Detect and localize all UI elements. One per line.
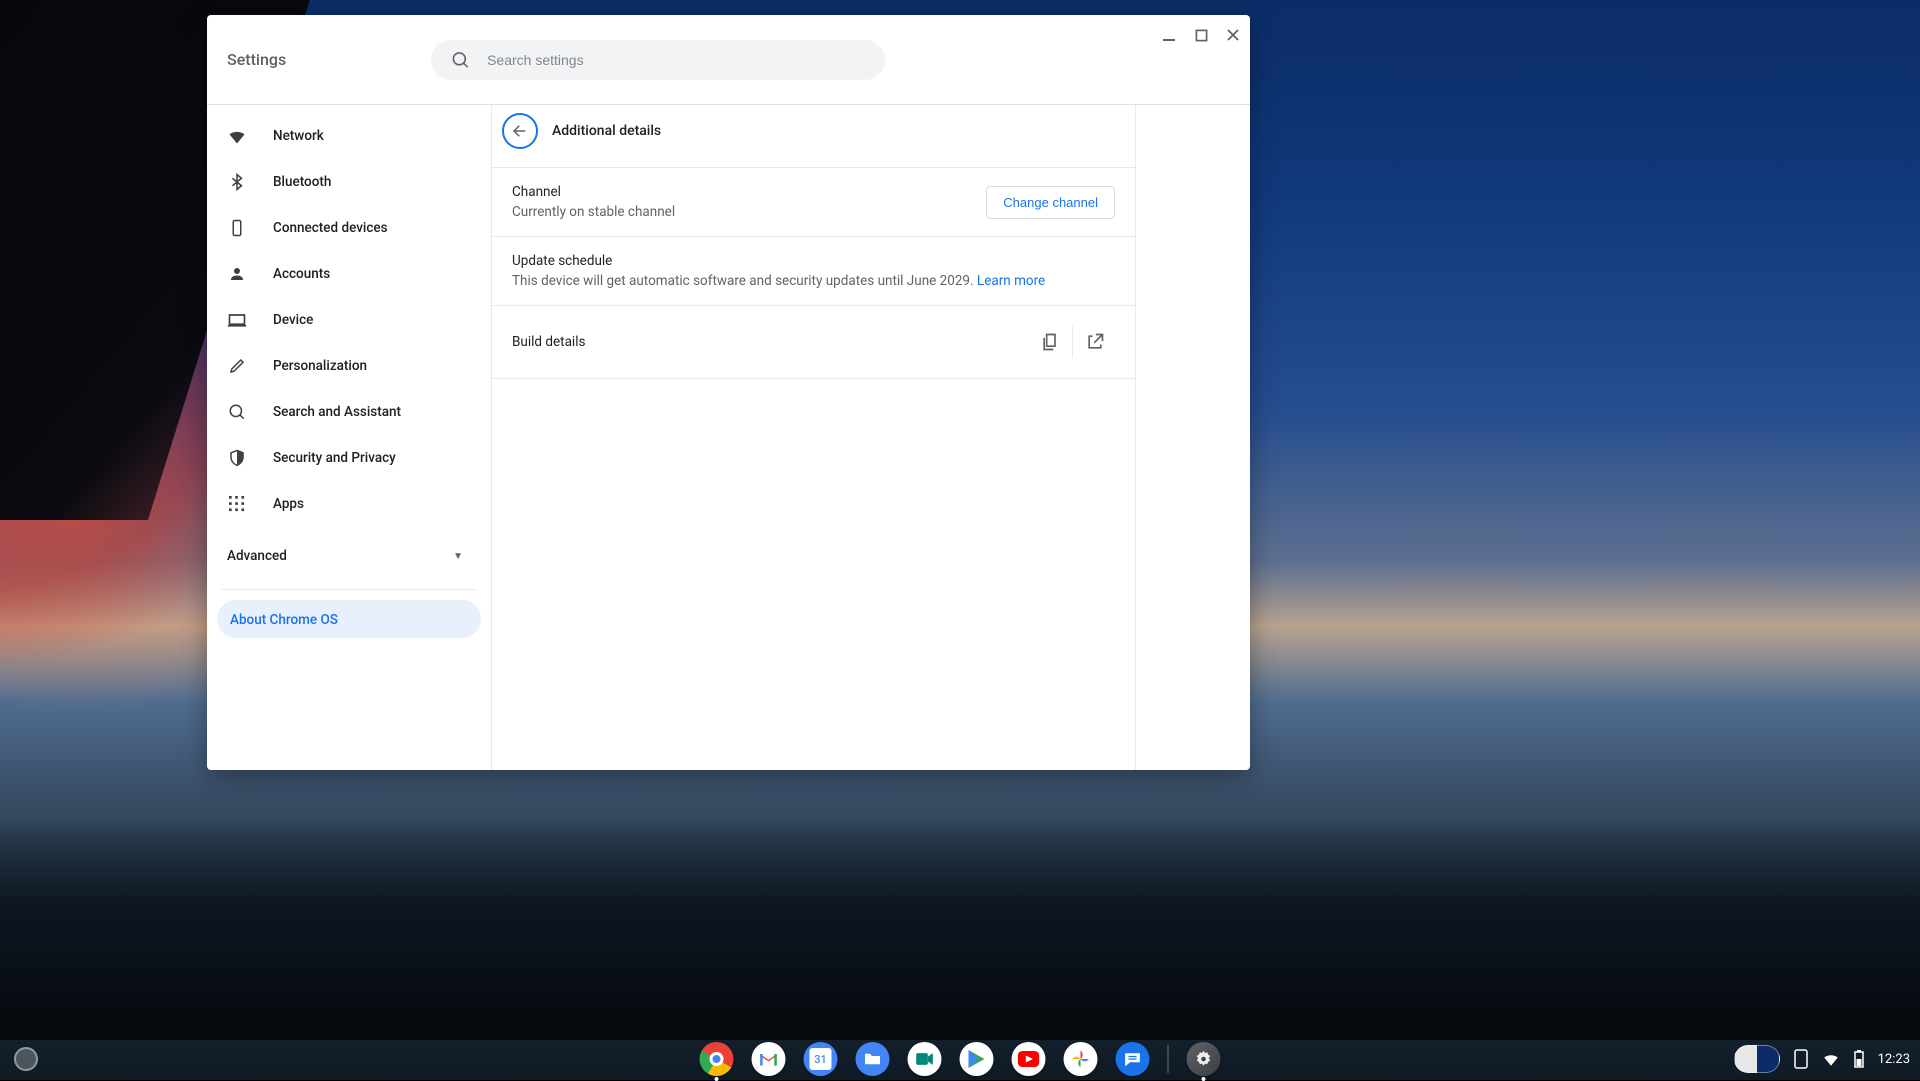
app-photos[interactable] [1064, 1042, 1098, 1076]
sidebar-item-label: Security and Privacy [273, 450, 396, 466]
sidebar-item-label: Bluetooth [273, 174, 331, 190]
app-files[interactable] [856, 1042, 890, 1076]
sidebar-item-network[interactable]: Network [207, 113, 491, 159]
gmail-icon [759, 1051, 779, 1067]
settings-header: Settings [207, 15, 1250, 105]
wifi-status-icon [1822, 1052, 1840, 1066]
wifi-icon [227, 126, 247, 146]
shield-icon [227, 449, 247, 467]
battery-status-icon [1854, 1050, 1864, 1068]
copy-button[interactable] [1030, 322, 1070, 362]
sidebar-item-label: Accounts [273, 266, 330, 282]
about-label: About Chrome OS [230, 612, 338, 628]
quick-settings-pill-icon [1734, 1045, 1780, 1073]
sidebar-item-label: Connected devices [273, 220, 388, 236]
update-subtitle-text: This device will get automatic software … [512, 273, 977, 289]
open-external-button[interactable] [1075, 322, 1115, 362]
sidebar-item-label: Apps [273, 496, 304, 512]
magnify-icon [227, 403, 247, 421]
search-icon [451, 50, 470, 69]
app-play-store[interactable] [960, 1042, 994, 1076]
system-tray[interactable]: 12:23 [1734, 1045, 1910, 1073]
arrow-left-icon [511, 122, 529, 140]
page-header: Additional details [492, 105, 1135, 167]
build-details-row: Build details [492, 305, 1135, 379]
shelf-apps: 31 [700, 1042, 1221, 1076]
settings-content: Additional details Channel Currently on … [491, 105, 1250, 770]
update-schedule-row: Update schedule This device will get aut… [492, 236, 1135, 305]
app-settings[interactable] [1187, 1042, 1221, 1076]
minimize-button[interactable] [1162, 28, 1176, 42]
maximize-button[interactable] [1194, 28, 1208, 42]
bluetooth-icon [227, 173, 247, 191]
app-meet[interactable] [908, 1042, 942, 1076]
photos-icon [1071, 1049, 1091, 1069]
app-gmail[interactable] [752, 1042, 786, 1076]
chevron-down-icon: ▼ [453, 551, 463, 562]
sidebar-advanced-toggle[interactable]: Advanced ▼ [207, 533, 491, 579]
clock: 12:23 [1878, 1052, 1910, 1067]
channel-row: Channel Currently on stable channel Chan… [492, 167, 1135, 236]
advanced-label: Advanced [227, 548, 287, 564]
sidebar-separator [221, 589, 477, 590]
copy-icon [1040, 332, 1060, 352]
launcher-button[interactable] [14, 1047, 38, 1071]
search-container [431, 40, 885, 80]
sidebar-item-device[interactable]: Device [207, 297, 491, 343]
phone-status-icon [1794, 1049, 1808, 1069]
meet-icon [915, 1051, 935, 1067]
app-calendar[interactable]: 31 [804, 1042, 838, 1076]
apps-grid-icon [227, 496, 247, 512]
channel-title: Channel [512, 184, 986, 200]
settings-sidebar: Network Bluetooth Connected devices Acco… [207, 105, 491, 770]
calendar-icon: 31 [810, 1048, 832, 1070]
sidebar-item-security-privacy[interactable]: Security and Privacy [207, 435, 491, 481]
build-details-title: Build details [512, 334, 1030, 350]
laptop-icon [227, 310, 247, 330]
learn-more-link[interactable]: Learn more [977, 273, 1045, 289]
sidebar-item-connected-devices[interactable]: Connected devices [207, 205, 491, 251]
sidebar-item-label: Search and Assistant [273, 404, 401, 420]
youtube-icon [1018, 1051, 1040, 1067]
search-input[interactable] [431, 40, 885, 80]
close-button[interactable] [1226, 28, 1240, 42]
back-button[interactable] [502, 113, 538, 149]
icon-separator [1072, 326, 1073, 358]
shelf-separator [1168, 1045, 1169, 1073]
gear-icon [1195, 1050, 1213, 1068]
sidebar-item-search-assistant[interactable]: Search and Assistant [207, 389, 491, 435]
app-youtube[interactable] [1012, 1042, 1046, 1076]
sidebar-item-bluetooth[interactable]: Bluetooth [207, 159, 491, 205]
page-title: Additional details [552, 123, 661, 139]
sidebar-item-about-chromeos[interactable]: About Chrome OS [217, 600, 481, 638]
sidebar-item-label: Personalization [273, 358, 367, 374]
play-store-icon [968, 1049, 986, 1069]
settings-window: Settings Network Bluetooth [207, 15, 1250, 770]
change-channel-button[interactable]: Change channel [986, 186, 1115, 219]
sidebar-item-label: Device [273, 312, 313, 328]
person-icon [227, 265, 247, 283]
update-title: Update schedule [512, 253, 1115, 269]
window-controls [1162, 28, 1240, 42]
chrome-icon [710, 1052, 724, 1066]
phone-icon [227, 219, 247, 237]
sidebar-item-accounts[interactable]: Accounts [207, 251, 491, 297]
folder-icon [864, 1052, 882, 1066]
shelf: 31 12:23 [0, 1038, 1920, 1080]
update-subtitle: This device will get automatic software … [512, 273, 1115, 289]
sidebar-item-apps[interactable]: Apps [207, 481, 491, 527]
brush-icon [227, 357, 247, 375]
messages-icon [1124, 1051, 1142, 1067]
sidebar-item-label: Network [273, 128, 324, 144]
app-chrome[interactable] [700, 1042, 734, 1076]
app-messages[interactable] [1116, 1042, 1150, 1076]
app-title: Settings [227, 50, 286, 69]
open-in-new-icon [1085, 332, 1105, 352]
channel-subtitle: Currently on stable channel [512, 204, 986, 220]
sidebar-item-personalization[interactable]: Personalization [207, 343, 491, 389]
